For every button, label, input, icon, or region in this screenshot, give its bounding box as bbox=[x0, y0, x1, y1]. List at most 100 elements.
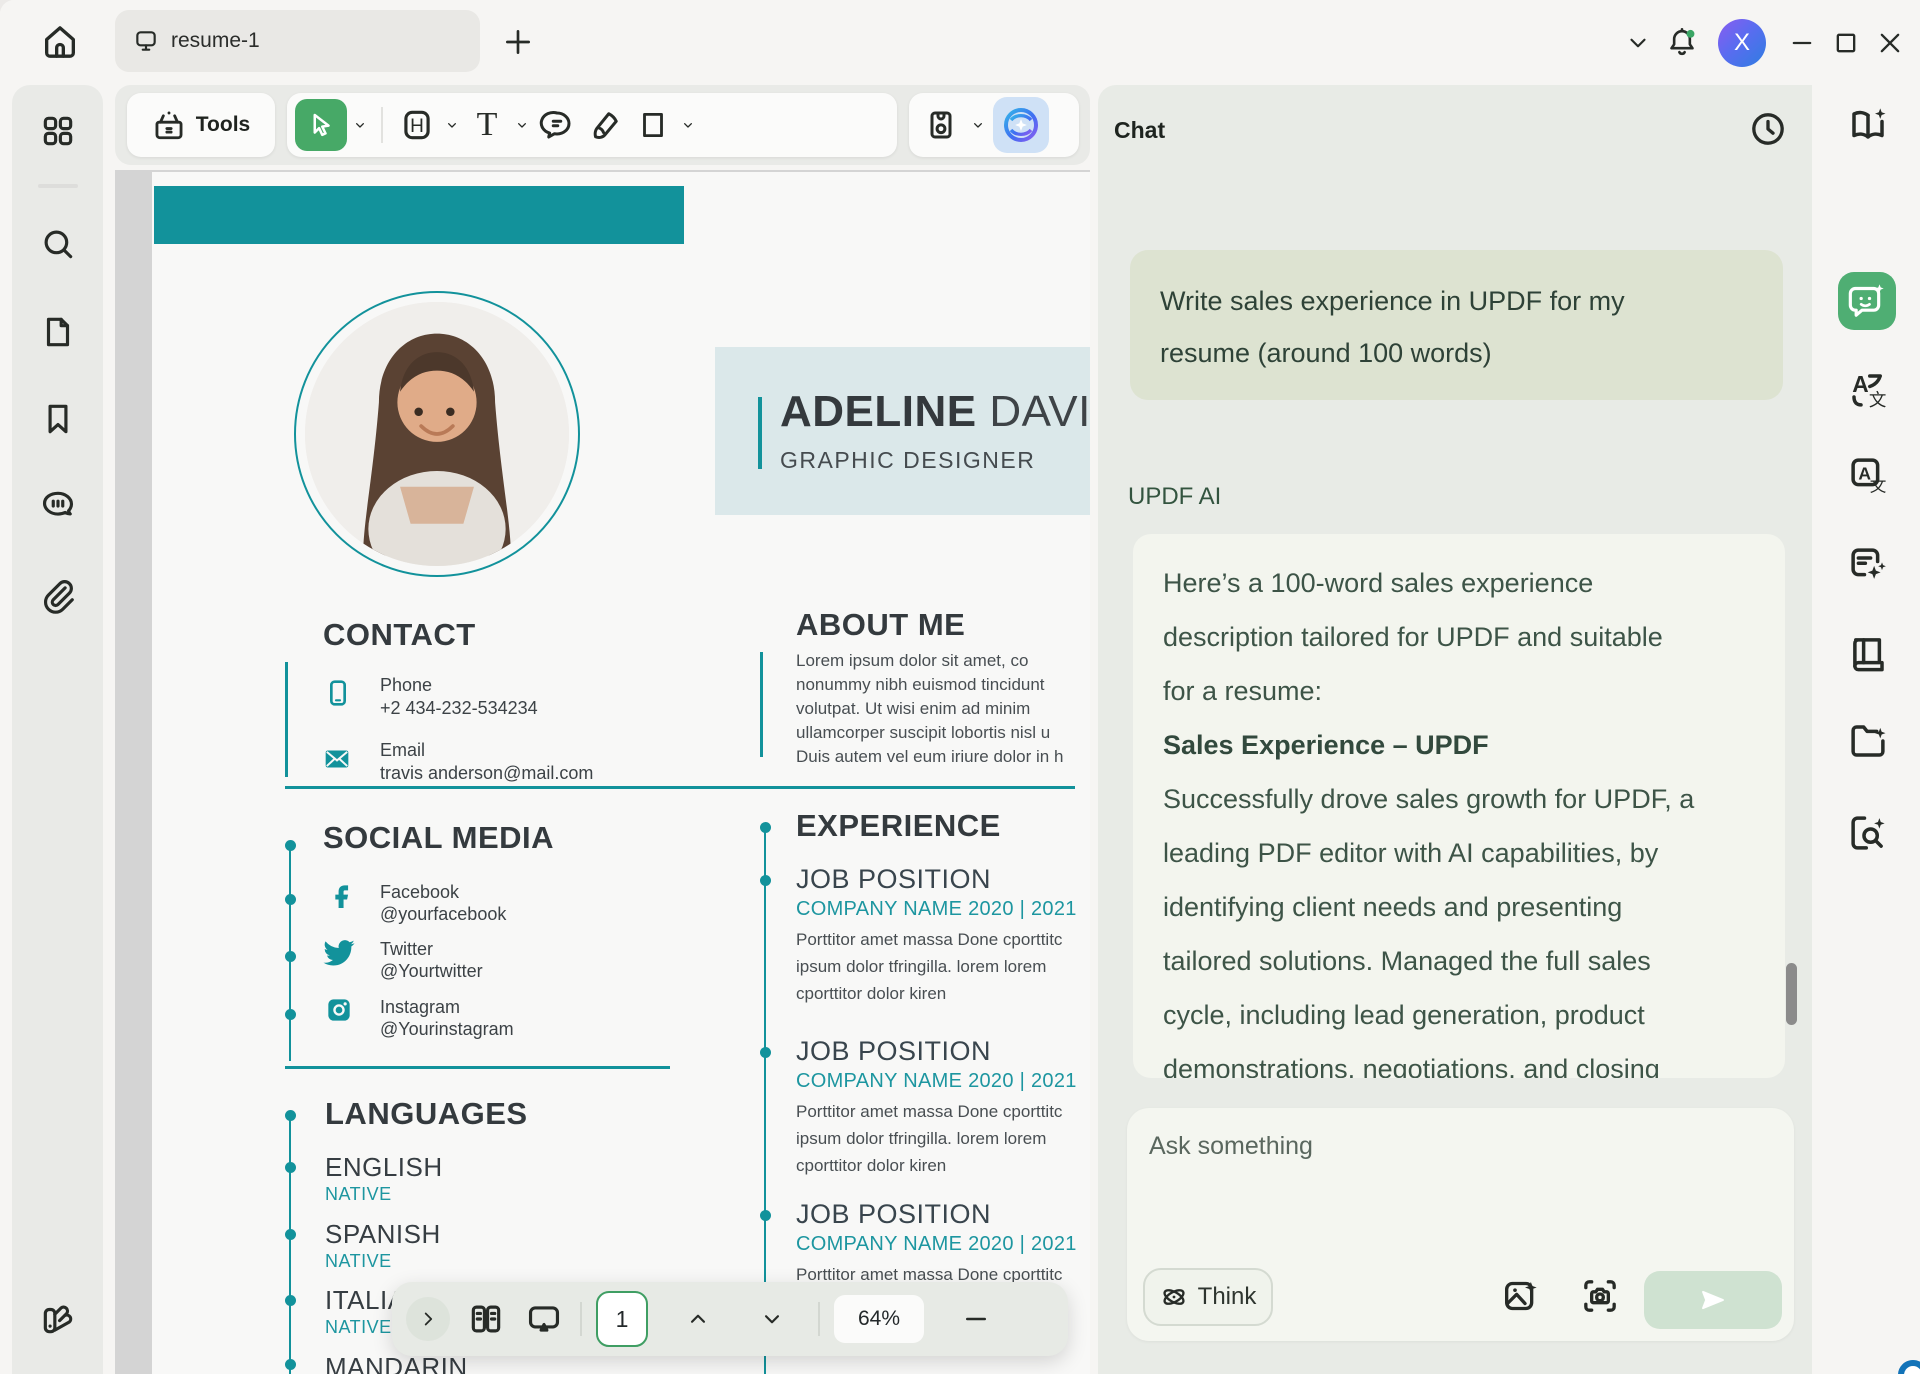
maximize-button[interactable] bbox=[1824, 21, 1868, 65]
about-line: Duis autem vel eum iriure dolor in h bbox=[796, 747, 1090, 767]
bookmark-icon[interactable] bbox=[39, 400, 77, 438]
facebook-icon bbox=[324, 879, 358, 913]
history-clock-icon[interactable] bbox=[1748, 109, 1788, 149]
page-icon[interactable] bbox=[39, 313, 77, 351]
summarize-document-icon[interactable] bbox=[1846, 543, 1890, 587]
contact-heading: CONTACT bbox=[323, 617, 476, 653]
ai-assistant-button[interactable] bbox=[993, 97, 1049, 153]
stamp-tool-chevron-icon[interactable] bbox=[969, 99, 987, 151]
stamp-tool-icon[interactable] bbox=[919, 99, 963, 151]
home-icon[interactable] bbox=[40, 22, 80, 62]
text-tool-button[interactable]: T bbox=[465, 99, 509, 151]
select-tool-chevron-icon[interactable] bbox=[351, 99, 369, 151]
title-bar: resume-1 X bbox=[0, 0, 1920, 85]
edit-text-chevron-icon[interactable] bbox=[443, 99, 461, 151]
comment-tool-icon[interactable] bbox=[535, 99, 579, 151]
close-button[interactable] bbox=[1868, 21, 1912, 65]
languages-heading: LANGUAGES bbox=[325, 1096, 528, 1132]
zoom-out-minus-icon[interactable] bbox=[954, 1297, 998, 1341]
social-handle: @Yourinstagram bbox=[380, 1019, 514, 1040]
expand-chevron-right-icon[interactable] bbox=[406, 1297, 450, 1341]
email-label: Email bbox=[380, 740, 425, 761]
ai-response-line: Successfully drove sales growth for UPDF… bbox=[1163, 772, 1785, 826]
job-line: Porttitor amet massa Done cporttitc bbox=[796, 930, 1090, 950]
candidate-first-name: ADELINE bbox=[780, 387, 977, 436]
translate-icon[interactable]: A文 bbox=[1846, 368, 1890, 412]
think-toggle-button[interactable]: Think bbox=[1143, 1268, 1273, 1326]
about-line: Lorem ipsum dolor sit amet, co bbox=[796, 651, 1090, 671]
swatches-palette-icon[interactable] bbox=[39, 1300, 77, 1338]
search-icon[interactable] bbox=[39, 225, 77, 263]
screenshot-camera-icon[interactable] bbox=[1578, 1274, 1622, 1318]
edit-text-tool-button[interactable]: H bbox=[395, 99, 439, 151]
chat-input[interactable] bbox=[1149, 1126, 1749, 1166]
language-name: SPANISH bbox=[325, 1219, 441, 1250]
page-number-input[interactable]: 1 bbox=[596, 1291, 648, 1347]
chat-scrollbar[interactable] bbox=[1786, 963, 1797, 1025]
shape-tool-icon[interactable] bbox=[631, 99, 675, 151]
instagram-icon bbox=[323, 994, 355, 1026]
ai-search-icon[interactable] bbox=[1846, 811, 1890, 855]
insert-image-ai-icon[interactable] bbox=[1498, 1274, 1542, 1318]
tools-button[interactable]: Tools bbox=[127, 93, 275, 157]
about-line: volutpat. Ut wisi enim ad minim bbox=[796, 699, 1090, 719]
user-avatar[interactable]: X bbox=[1718, 19, 1766, 67]
ai-response-line: description tailored for UPDF and suitab… bbox=[1163, 610, 1785, 664]
thumbnail-grid-icon[interactable] bbox=[39, 112, 77, 150]
job-title: JOB POSITION bbox=[796, 1036, 991, 1067]
bar-divider bbox=[580, 1302, 582, 1336]
language-dot bbox=[285, 1110, 296, 1121]
attachment-paperclip-icon[interactable] bbox=[39, 576, 77, 614]
experience-dot bbox=[760, 1047, 771, 1058]
language-level: NATIVE bbox=[325, 1184, 392, 1205]
job-line: ipsum dolor tfringilla. lorem lorem bbox=[796, 1129, 1090, 1149]
pen-tool-icon[interactable] bbox=[583, 99, 627, 151]
document-tab[interactable]: resume-1 bbox=[115, 10, 480, 72]
sidebar-divider bbox=[38, 184, 78, 188]
translate-page-icon[interactable]: A文 bbox=[1846, 453, 1890, 497]
candidate-name: ADELINE DAVI bbox=[780, 387, 1090, 437]
send-button[interactable] bbox=[1644, 1271, 1782, 1329]
twitter-icon bbox=[322, 936, 356, 970]
social-dot bbox=[285, 1009, 296, 1020]
svg-text:A: A bbox=[1852, 371, 1868, 397]
document-viewport[interactable]: ADELINE DAVI GRAPHIC DESIGNER CONTACT Ph… bbox=[115, 170, 1090, 1374]
ai-chat-tab-active[interactable] bbox=[1838, 272, 1896, 330]
toolbar-divider bbox=[381, 107, 383, 143]
job-line: ipsum dolor tfringilla. lorem lorem bbox=[796, 957, 1090, 977]
job-line: Porttitor amet massa Done cporttitc bbox=[796, 1102, 1090, 1122]
user-message-line: resume (around 100 words) bbox=[1160, 327, 1753, 379]
job-company: COMPANY NAME 2020 | 2021 bbox=[796, 898, 1077, 921]
language-dot bbox=[285, 1295, 296, 1306]
previous-page-icon[interactable] bbox=[676, 1297, 720, 1341]
new-tab-button[interactable] bbox=[502, 26, 534, 58]
folder-sparkle-icon[interactable] bbox=[1846, 719, 1890, 763]
comments-icon[interactable] bbox=[39, 487, 77, 525]
text-tool-chevron-icon[interactable] bbox=[513, 99, 531, 151]
chat-panel: Chat Write sales experience in UPDF for … bbox=[1098, 85, 1812, 1374]
chevron-down-icon[interactable] bbox=[1616, 21, 1660, 65]
job-company: COMPANY NAME 2020 | 2021 bbox=[796, 1070, 1077, 1093]
candidate-last-name: DAVI bbox=[989, 387, 1090, 436]
social-network: Instagram bbox=[380, 997, 460, 1018]
job-line: cporttitor dolor kiren bbox=[796, 1156, 1090, 1176]
minimize-button[interactable] bbox=[1780, 21, 1824, 65]
social-network: Facebook bbox=[380, 882, 459, 903]
name-banner: ADELINE DAVI GRAPHIC DESIGNER bbox=[715, 347, 1090, 515]
select-tool-button[interactable] bbox=[295, 99, 347, 151]
job-company: COMPANY NAME 2020 | 2021 bbox=[796, 1233, 1077, 1256]
page-thumbnails-icon[interactable] bbox=[464, 1297, 508, 1341]
resume-header-bar bbox=[154, 186, 684, 244]
presentation-mode-icon[interactable] bbox=[522, 1297, 566, 1341]
reader-book-sparkle-icon[interactable] bbox=[1846, 103, 1890, 147]
shape-tool-chevron-icon[interactable] bbox=[679, 99, 697, 151]
chat-panel-title: Chat bbox=[1114, 117, 1165, 144]
left-sidebar bbox=[12, 85, 103, 1374]
reading-book-icon[interactable] bbox=[1846, 631, 1890, 675]
ai-response-line: tailored solutions. Managed the full sal… bbox=[1163, 934, 1785, 988]
notifications-bell-icon[interactable] bbox=[1660, 21, 1704, 65]
experience-dot bbox=[760, 1210, 771, 1221]
svg-text:文: 文 bbox=[1869, 391, 1887, 411]
zoom-level-display[interactable]: 64% bbox=[834, 1295, 924, 1343]
next-page-icon[interactable] bbox=[750, 1297, 794, 1341]
